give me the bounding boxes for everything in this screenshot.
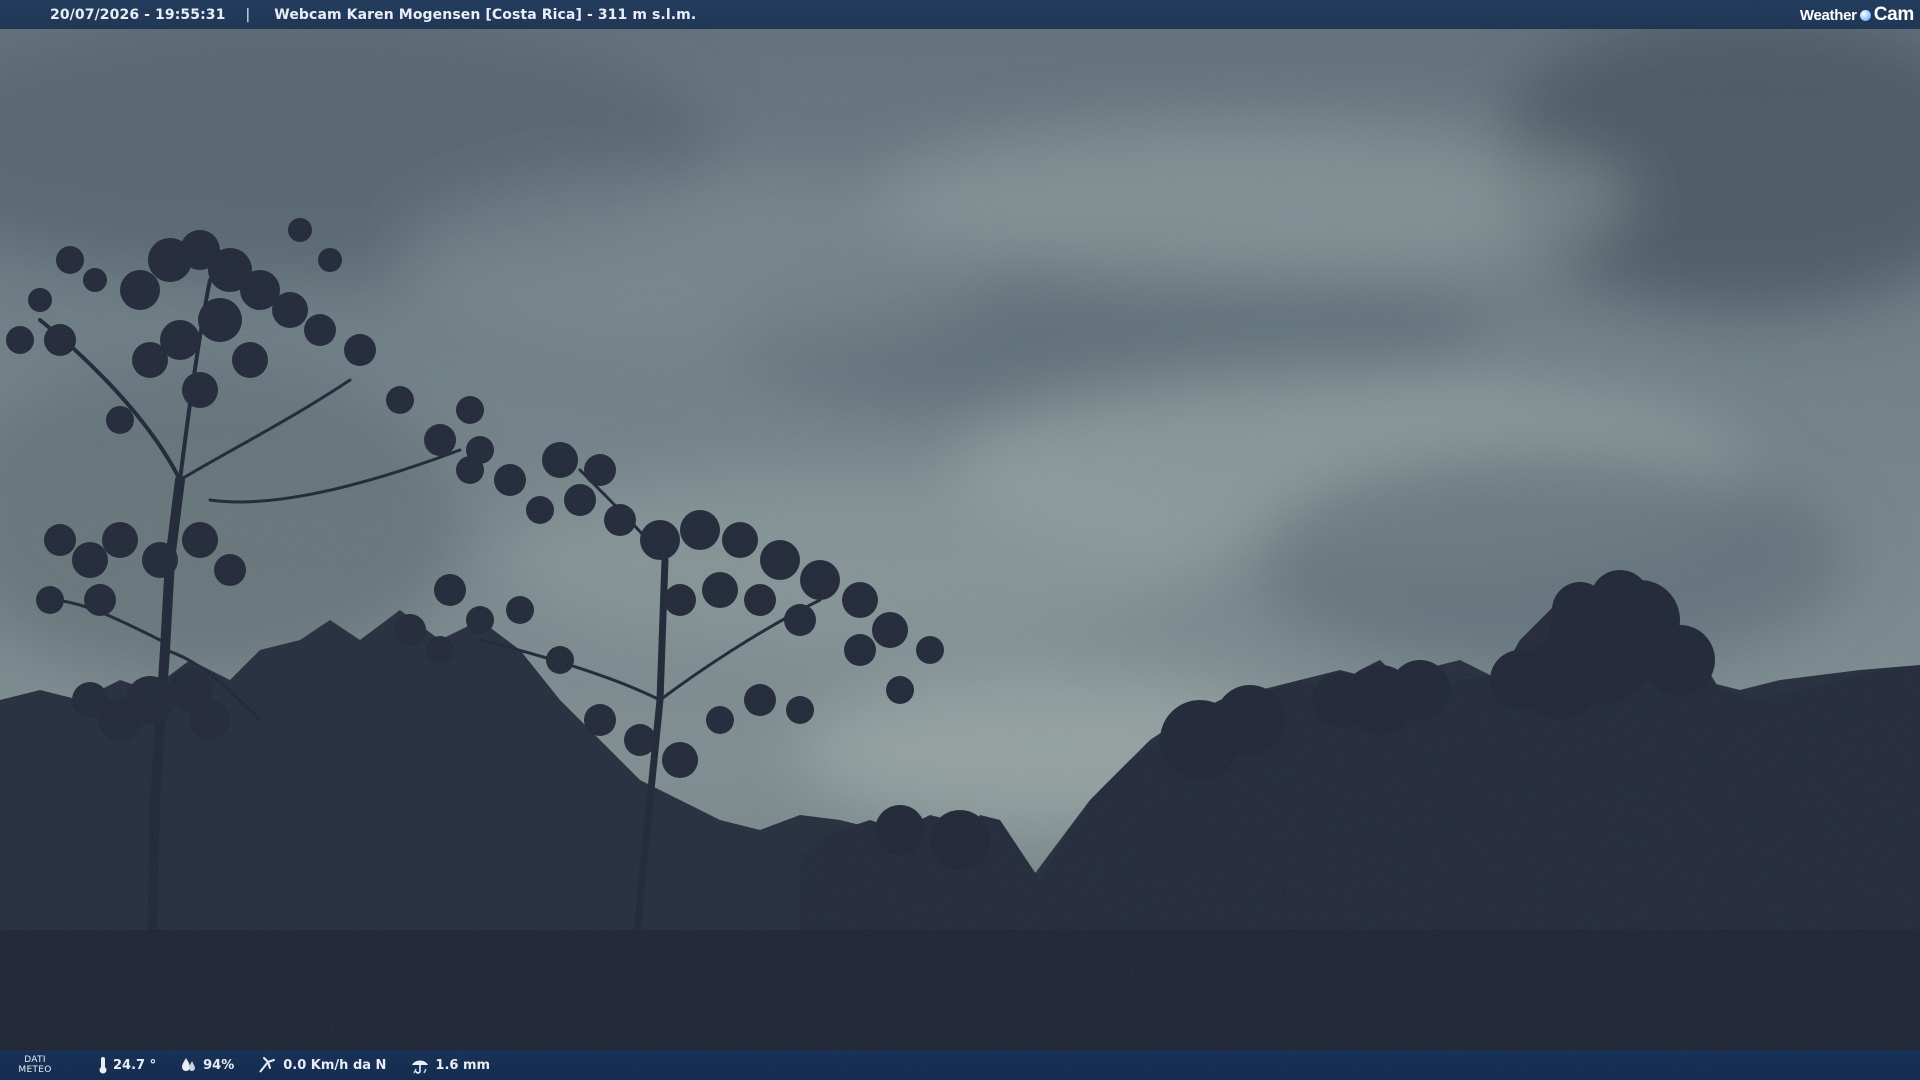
weather-data-bar: DATI METEO 24.7 ° 94% 0.0 Km/h da N 1.6 …: [0, 1050, 1920, 1080]
temperature-value: 24.7 °: [113, 1057, 157, 1073]
webcam-image: [0, 0, 1920, 1080]
wind-value: 0.0 Km/h da N: [283, 1057, 387, 1073]
temperature-stat: 24.7 °: [98, 1056, 156, 1074]
dati-meteo-label: DATI METEO: [18, 1055, 52, 1075]
logo-cam-text: Cam: [1873, 4, 1915, 25]
wind-icon: [259, 1057, 276, 1073]
logo-dot-icon: [1859, 9, 1871, 21]
humidity-stat: 94%: [180, 1057, 234, 1073]
logo-weather-text: Weather: [1799, 6, 1857, 24]
webcam-title: Webcam Karen Mogensen [Costa Rica] - 311…: [274, 6, 697, 23]
rain-value: 1.6 mm: [435, 1057, 491, 1073]
thermometer-icon: [99, 1057, 107, 1074]
dati-line2: METEO: [18, 1065, 52, 1075]
weathercam-logo[interactable]: Weather Cam: [1800, 4, 1914, 26]
title-separator: |: [245, 6, 251, 23]
humidity-value: 94%: [203, 1057, 235, 1073]
humidity-icon: [182, 1058, 196, 1071]
wind-stat: 0.0 Km/h da N: [258, 1056, 386, 1074]
rain-icon: [412, 1060, 429, 1074]
top-info-bar: 20/07/2026 - 19:55:31 | Webcam Karen Mog…: [0, 0, 1920, 29]
datetime-label: 20/07/2026 - 19:55:31: [50, 6, 226, 23]
webcam-frame: 20/07/2026 - 19:55:31 | Webcam Karen Mog…: [0, 0, 1920, 1080]
rain-stat: 1.6 mm: [410, 1056, 490, 1074]
dati-line1: DATI: [24, 1055, 46, 1065]
